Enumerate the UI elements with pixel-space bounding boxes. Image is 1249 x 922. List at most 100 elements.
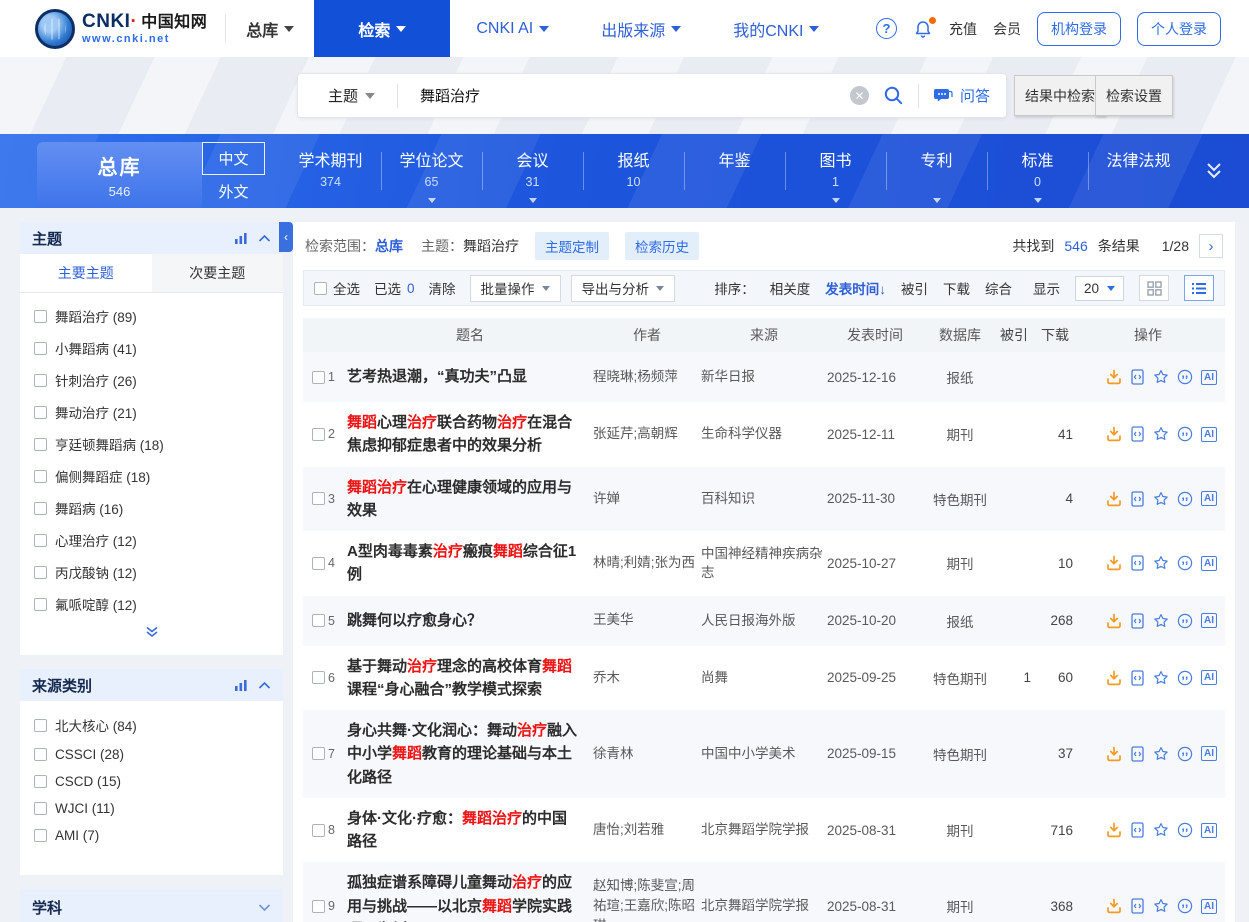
org-login-button[interactable]: 机构登录 <box>1037 12 1121 46</box>
result-source[interactable]: 中国中小学美术 <box>701 744 827 764</box>
filter-checkbox[interactable] <box>34 598 47 611</box>
search-field-selector[interactable]: 主题 <box>328 85 375 106</box>
filter-option[interactable]: 小舞蹈病 (41) <box>20 332 283 364</box>
result-authors[interactable]: 乔木 <box>593 668 701 688</box>
html-doc-icon[interactable] <box>1130 670 1145 686</box>
ai-icon[interactable]: AI <box>1201 491 1217 506</box>
db-tab[interactable]: 专利 <box>886 134 987 208</box>
filter-option[interactable]: 北大核心 (84) <box>20 709 283 741</box>
result-source[interactable]: 北京舞蹈学院学报 <box>701 820 827 840</box>
row-checkbox[interactable] <box>312 371 325 384</box>
filter-option[interactable]: CSCD (15) <box>20 768 283 795</box>
filter-checkbox[interactable] <box>34 374 47 387</box>
filter-option[interactable]: 舞蹈治疗 (89) <box>20 300 283 332</box>
filter-checkbox[interactable] <box>34 719 47 732</box>
collect-star-icon[interactable] <box>1153 491 1169 507</box>
cite-quote-icon[interactable] <box>1177 822 1193 838</box>
bar-chart-icon[interactable] <box>234 232 248 245</box>
db-tab-total[interactable]: 总库 546 <box>37 142 202 208</box>
download-icon[interactable] <box>1106 746 1122 762</box>
col-cited[interactable]: 被引 <box>997 325 1031 345</box>
db-tab[interactable]: 年鉴 <box>684 134 785 208</box>
ai-icon[interactable]: AI <box>1201 899 1217 914</box>
ai-icon[interactable]: AI <box>1201 427 1217 442</box>
col-db[interactable]: 数据库 <box>923 325 997 345</box>
nav-item-search[interactable]: 检索 <box>314 0 450 57</box>
nav-library-dropdown[interactable]: 总库 <box>226 0 314 57</box>
result-title-link[interactable]: 跳舞何以疗愈身心？ <box>347 609 593 632</box>
db-tab[interactable]: 法律法规 <box>1088 134 1189 208</box>
result-download-count[interactable]: 4 <box>1031 491 1079 506</box>
cite-quote-icon[interactable] <box>1177 898 1193 914</box>
result-download-count[interactable]: 368 <box>1031 899 1079 914</box>
result-title-link[interactable]: 基于舞动治疗理念的高校体育舞蹈课程“身心融合”教学模式探索 <box>347 655 593 702</box>
filter-checkbox[interactable] <box>34 342 47 355</box>
result-title-link[interactable]: A型肉毒毒素治疗瘢痕舞蹈综合征1例 <box>347 540 593 587</box>
cite-quote-icon[interactable] <box>1177 746 1193 762</box>
cite-quote-icon[interactable] <box>1177 369 1193 385</box>
select-all-label[interactable]: 全选 <box>333 278 360 298</box>
filter-checkbox[interactable] <box>34 748 47 761</box>
result-source[interactable]: 百科知识 <box>701 489 827 509</box>
db-tab[interactable]: 图书 1 <box>785 134 886 208</box>
lang-tab-chinese[interactable]: 中文 <box>202 142 265 175</box>
download-icon[interactable] <box>1106 898 1122 914</box>
filter-option[interactable]: WJCI (11) <box>20 795 283 822</box>
lang-tab-foreign[interactable]: 外文 <box>202 175 265 208</box>
col-title[interactable]: 题名 <box>347 325 593 345</box>
filter-option[interactable]: 心理治疗 (12) <box>20 524 283 556</box>
search-history-button[interactable]: 检索历史 <box>625 232 699 260</box>
result-authors[interactable]: 林晴;利婧;张为西 <box>593 553 701 573</box>
result-source[interactable]: 人民日报海外版 <box>701 611 827 631</box>
html-doc-icon[interactable] <box>1130 898 1145 914</box>
search-settings-button[interactable]: 检索设置 <box>1095 75 1173 116</box>
sort-relevance[interactable]: 相关度 <box>770 278 811 298</box>
result-cited-count[interactable]: 1 <box>997 670 1031 685</box>
download-icon[interactable] <box>1106 426 1122 442</box>
filter-option[interactable]: 针刺治疗 (26) <box>20 364 283 396</box>
result-source[interactable]: 中国神经精神疾病杂志 <box>701 544 827 583</box>
col-date[interactable]: 发表时间 <box>827 325 923 345</box>
collect-star-icon[interactable] <box>1153 426 1169 442</box>
filter-option[interactable]: 丙戊酸钠 (12) <box>20 556 283 588</box>
result-title-link[interactable]: 舞蹈心理治疗联合药物治疗在混合焦虑抑郁症患者中的效果分析 <box>347 411 593 458</box>
scope-value[interactable]: 总库 <box>375 236 403 256</box>
ai-icon[interactable]: AI <box>1201 823 1217 838</box>
html-doc-icon[interactable] <box>1130 822 1145 838</box>
double-chevron-down-icon[interactable] <box>1201 158 1227 187</box>
html-doc-icon[interactable] <box>1130 555 1145 571</box>
filter-group-header[interactable]: 主题 <box>20 222 283 254</box>
db-tab[interactable]: 报纸 10 <box>583 134 684 208</box>
result-source[interactable]: 生命科学仪器 <box>701 424 827 444</box>
tab-secondary-topic[interactable]: 次要主题 <box>152 254 284 292</box>
cnki-logo[interactable]: CNKI·中国知网 www.cnki.net <box>0 0 225 57</box>
download-icon[interactable] <box>1106 491 1122 507</box>
result-authors[interactable]: 唐怡;刘若雅 <box>593 820 701 840</box>
member-link[interactable]: 会员 <box>993 19 1021 39</box>
cite-quote-icon[interactable] <box>1177 426 1193 442</box>
bar-chart-icon[interactable] <box>234 679 248 692</box>
filter-option[interactable]: 舞动治疗 (21) <box>20 396 283 428</box>
result-authors[interactable]: 赵知博;陈斐宣;周祐瑄;王嘉欣;陈昭琪 <box>593 876 701 922</box>
nav-item-my-cnki[interactable]: 我的CNKI <box>707 0 845 57</box>
filter-checkbox[interactable] <box>34 775 47 788</box>
download-icon[interactable] <box>1106 555 1122 571</box>
db-tab[interactable]: 学术期刊 374 <box>280 134 381 208</box>
result-download-count[interactable]: 268 <box>1031 613 1079 628</box>
personal-login-button[interactable]: 个人登录 <box>1137 12 1221 46</box>
cite-quote-icon[interactable] <box>1177 613 1193 629</box>
sort-publish-date[interactable]: 发表时间↓ <box>825 278 886 298</box>
result-source[interactable]: 北京舞蹈学院学报 <box>701 896 827 916</box>
html-doc-icon[interactable] <box>1130 369 1145 385</box>
ai-icon[interactable]: AI <box>1201 370 1217 385</box>
double-chevron-down-icon[interactable] <box>20 620 283 649</box>
row-checkbox[interactable] <box>312 428 325 441</box>
collect-star-icon[interactable] <box>1153 369 1169 385</box>
result-title-link[interactable]: 孤独症谱系障碍儿童舞动治疗的应用与挑战——以北京舞蹈学院实践项目为例 <box>347 871 593 922</box>
chevron-up-icon[interactable] <box>258 681 271 690</box>
db-tab[interactable]: 学位论文 65 <box>381 134 482 208</box>
filter-option[interactable]: 氟哌啶醇 (12) <box>20 588 283 620</box>
nav-item-cnki-ai[interactable]: CNKI AI <box>450 0 575 57</box>
result-download-count[interactable]: 10 <box>1031 556 1079 571</box>
filter-group-subject[interactable]: 学科 <box>20 889 283 922</box>
